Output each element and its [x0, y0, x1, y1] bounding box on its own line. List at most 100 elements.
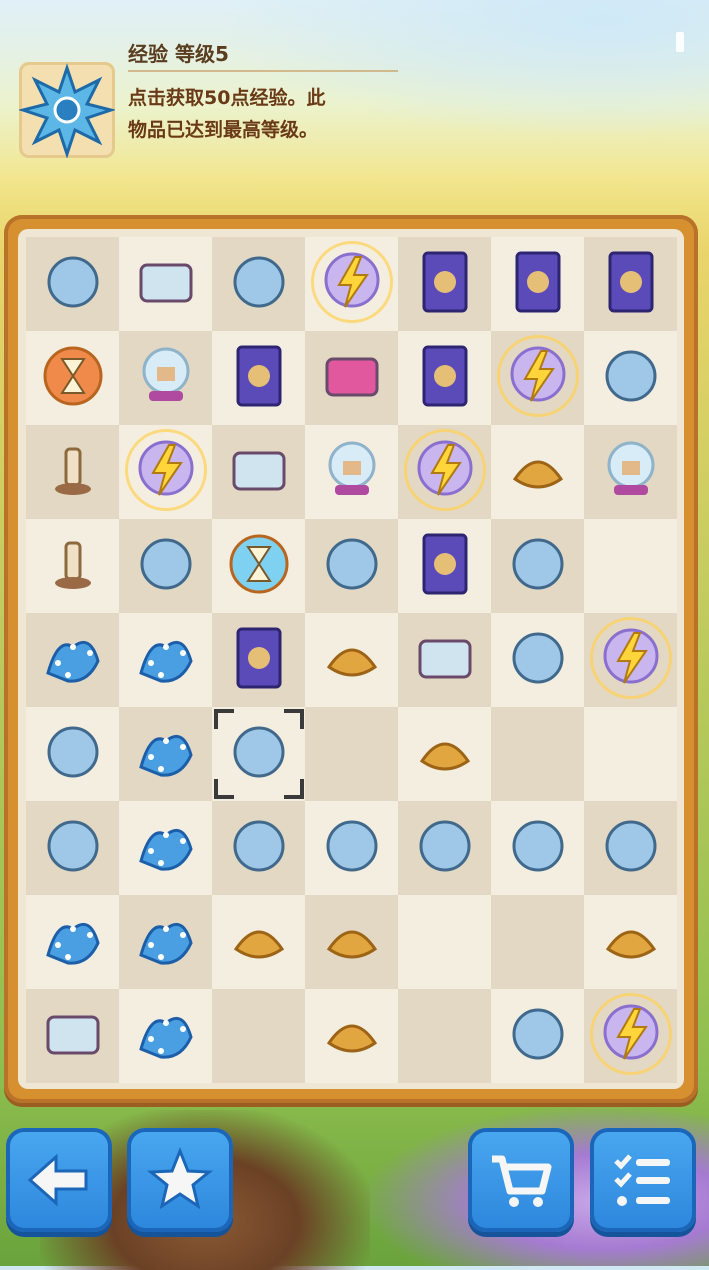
board-item[interactable] — [596, 247, 666, 317]
board-cell[interactable] — [26, 519, 119, 613]
board-cell[interactable] — [584, 425, 677, 519]
board-cell[interactable] — [119, 331, 212, 425]
board-cell[interactable] — [26, 989, 119, 1083]
board-cell[interactable] — [26, 425, 119, 519]
board-item[interactable] — [38, 623, 108, 693]
board-cell[interactable] — [584, 801, 677, 895]
board-cell[interactable] — [212, 989, 305, 1083]
board-item[interactable] — [224, 623, 294, 693]
board-cell[interactable] — [491, 989, 584, 1083]
board-item[interactable] — [131, 905, 201, 975]
board-cell[interactable] — [212, 237, 305, 331]
board-item[interactable] — [131, 529, 201, 599]
board-cell[interactable] — [398, 895, 491, 989]
board-cell[interactable] — [584, 895, 677, 989]
board-cell[interactable] — [305, 519, 398, 613]
board-cell[interactable] — [305, 613, 398, 707]
board-cell[interactable] — [398, 613, 491, 707]
favorites-button[interactable] — [127, 1128, 233, 1232]
board-item[interactable] — [596, 435, 666, 505]
board-cell[interactable] — [26, 613, 119, 707]
board-item[interactable] — [410, 811, 480, 881]
board-item[interactable] — [131, 247, 201, 317]
shop-button[interactable] — [468, 1128, 574, 1232]
board-item[interactable] — [224, 435, 294, 505]
board-cell[interactable] — [491, 425, 584, 519]
board-cell[interactable] — [212, 707, 305, 801]
board-cell[interactable] — [305, 801, 398, 895]
board-cell[interactable] — [491, 801, 584, 895]
board-cell[interactable] — [305, 989, 398, 1083]
board-item[interactable] — [131, 717, 201, 787]
board-cell[interactable] — [26, 895, 119, 989]
board-cell[interactable] — [119, 613, 212, 707]
board-cell[interactable] — [491, 613, 584, 707]
board-item[interactable] — [38, 247, 108, 317]
board-cell[interactable] — [398, 989, 491, 1083]
board-cell[interactable] — [584, 331, 677, 425]
board-item[interactable] — [317, 905, 387, 975]
board-cell[interactable] — [398, 707, 491, 801]
board-item[interactable] — [38, 717, 108, 787]
board-cell[interactable] — [398, 237, 491, 331]
board-cell[interactable] — [26, 331, 119, 425]
board-item[interactable] — [410, 529, 480, 599]
board-cell[interactable] — [398, 519, 491, 613]
board-item[interactable] — [503, 529, 573, 599]
board-cell[interactable] — [398, 801, 491, 895]
board-item[interactable] — [131, 999, 201, 1069]
board-cell[interactable] — [212, 895, 305, 989]
board-item[interactable] — [596, 905, 666, 975]
board-item[interactable] — [224, 529, 294, 599]
board-cell[interactable] — [26, 801, 119, 895]
board-cell[interactable] — [491, 519, 584, 613]
board-item[interactable] — [596, 811, 666, 881]
board-item[interactable] — [317, 623, 387, 693]
board-cell[interactable] — [584, 519, 677, 613]
board-item[interactable] — [38, 999, 108, 1069]
board-cell[interactable] — [212, 801, 305, 895]
board-item[interactable] — [317, 435, 387, 505]
board-item[interactable] — [224, 247, 294, 317]
board-item[interactable] — [317, 999, 387, 1069]
board-cell[interactable] — [212, 425, 305, 519]
board-item[interactable] — [503, 623, 573, 693]
board-cell[interactable] — [584, 707, 677, 801]
board-item[interactable] — [224, 905, 294, 975]
board-item[interactable] — [410, 717, 480, 787]
board-item[interactable] — [503, 435, 573, 505]
board-item[interactable] — [596, 341, 666, 411]
board-item[interactable] — [410, 623, 480, 693]
board-item[interactable] — [317, 529, 387, 599]
board-item[interactable] — [38, 341, 108, 411]
board-cell[interactable] — [305, 237, 398, 331]
board-item[interactable] — [503, 999, 573, 1069]
board-cell[interactable] — [305, 707, 398, 801]
board-item[interactable] — [317, 811, 387, 881]
board-item[interactable] — [224, 341, 294, 411]
board-cell[interactable] — [119, 425, 212, 519]
board-item[interactable] — [131, 623, 201, 693]
board-cell[interactable] — [491, 331, 584, 425]
board-cell[interactable] — [119, 801, 212, 895]
board-cell[interactable] — [305, 331, 398, 425]
board-cell[interactable] — [26, 707, 119, 801]
board-item[interactable] — [503, 811, 573, 881]
board-item[interactable] — [131, 811, 201, 881]
board-cell[interactable] — [119, 989, 212, 1083]
board-item[interactable] — [224, 717, 294, 787]
board-cell[interactable] — [491, 707, 584, 801]
board-cell[interactable] — [491, 237, 584, 331]
tasks-button[interactable] — [590, 1128, 696, 1232]
board-cell[interactable] — [212, 613, 305, 707]
board-cell[interactable] — [119, 707, 212, 801]
board-cell[interactable] — [584, 989, 677, 1083]
board-cell[interactable] — [26, 237, 119, 331]
board-cell[interactable] — [119, 237, 212, 331]
board-item[interactable] — [38, 435, 108, 505]
board-cell[interactable] — [398, 425, 491, 519]
board-item[interactable] — [410, 247, 480, 317]
board-cell[interactable] — [119, 519, 212, 613]
board-cell[interactable] — [212, 519, 305, 613]
board-cell[interactable] — [305, 895, 398, 989]
